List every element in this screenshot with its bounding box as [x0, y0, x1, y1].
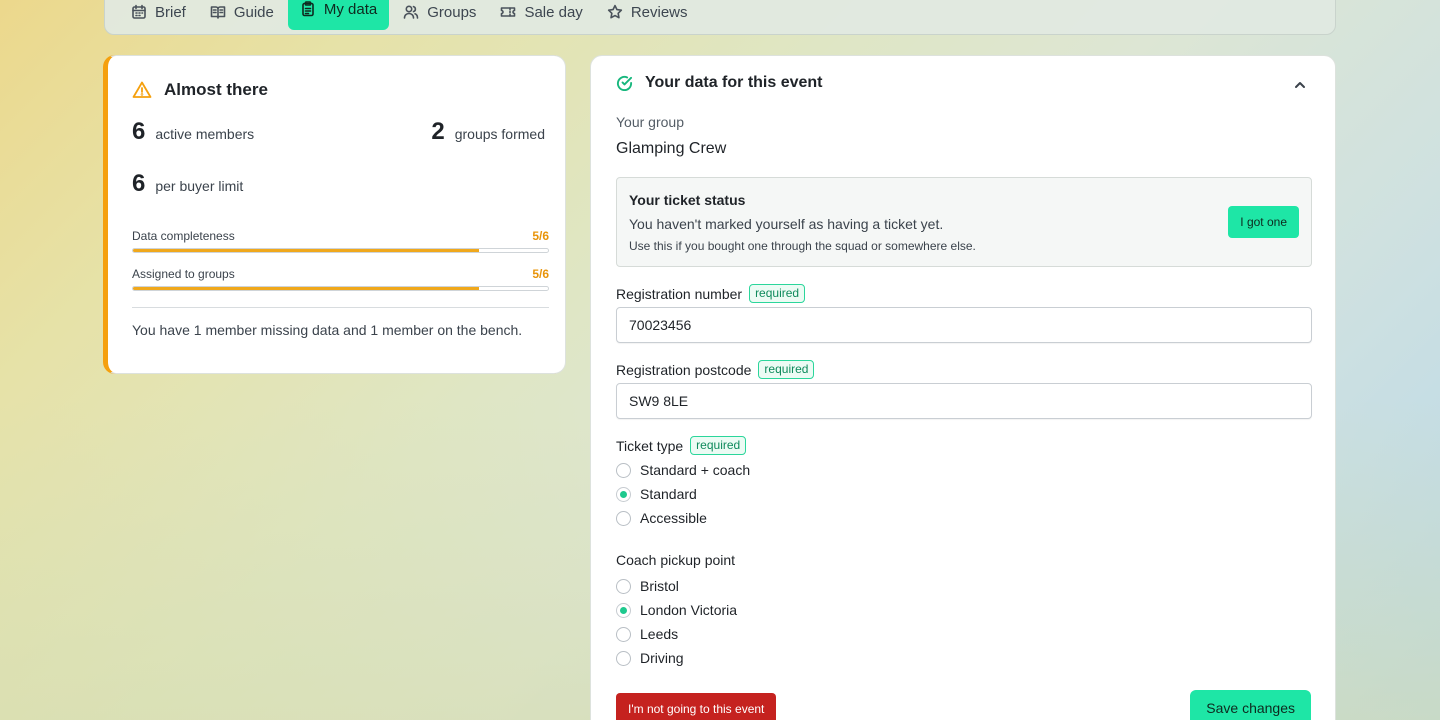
radio-button[interactable]: [616, 626, 631, 642]
warning-icon: [132, 81, 152, 98]
coach-pickup-label: Coach pickup point: [616, 552, 736, 568]
group-label: Your group: [616, 114, 684, 130]
ticket-status-message: You haven't marked yourself as having a …: [629, 216, 944, 232]
star-icon: [607, 4, 622, 19]
ticket-icon: [501, 7, 516, 17]
chevron-up-icon: [1295, 82, 1305, 88]
ticket-type-option[interactable]: Accessible: [616, 510, 707, 526]
group-name: Glamping Crew: [616, 140, 727, 157]
ticket-type-label: Ticket type: [616, 437, 684, 454]
required-badge: required: [749, 284, 806, 303]
required-badge: required: [758, 360, 815, 379]
assigned-groups-track: [132, 286, 549, 291]
assigned-groups-value: 5/6: [532, 267, 549, 281]
buyer-limit-stat: 6 per buyer limit: [132, 170, 243, 198]
registration-postcode-input[interactable]: [616, 383, 1312, 419]
coach-pickup-label-row: Coach pickup point: [616, 552, 735, 568]
assigned-groups-label: Assigned to groups: [132, 267, 235, 281]
tab-sale-day-label: Sale day: [524, 3, 583, 21]
tab-brief-label: Brief: [155, 3, 186, 21]
tab-groups-label: Groups: [427, 3, 477, 21]
data-completeness-fill: [133, 249, 479, 252]
groups-formed-count: 2: [431, 118, 445, 145]
buyer-limit-label: per buyer limit: [155, 178, 244, 194]
ticket-type-option-label: Accessible: [640, 510, 707, 526]
coach-pickup-option-label: Driving: [640, 650, 684, 666]
coach-pickup-option[interactable]: Driving: [616, 650, 684, 666]
ticket-status-hint: Use this if you bought one through the s…: [629, 239, 976, 253]
tab-my-data-label: My data: [323, 0, 378, 18]
ticket-type-option[interactable]: Standard: [616, 486, 697, 502]
tab-guide-label: Guide: [233, 3, 274, 21]
detail-header: Your data for this event: [616, 74, 823, 92]
data-completeness-progress: Data completeness 5/6: [132, 229, 549, 253]
tab-reviews[interactable]: Reviews: [597, 0, 698, 28]
registration-number-label-row: Registration number required: [616, 284, 806, 303]
coach-pickup-option-label: London Victoria: [640, 602, 738, 618]
radio-button[interactable]: [616, 602, 631, 618]
groups-formed-label: groups formed: [454, 126, 545, 142]
radio-button[interactable]: [616, 462, 631, 478]
coach-pickup-option[interactable]: Bristol: [616, 578, 679, 594]
data-completeness-track: [132, 248, 549, 253]
buyer-limit-count: 6: [132, 170, 146, 197]
tab-groups[interactable]: Groups: [393, 0, 486, 28]
active-members-count: 6: [132, 118, 146, 145]
i-got-one-button[interactable]: I got one: [1228, 206, 1299, 238]
required-badge: required: [690, 436, 747, 455]
coach-pickup-option-label: Leeds: [640, 626, 679, 642]
summary-divider: [132, 307, 549, 308]
tab-brief[interactable]: Brief: [121, 0, 196, 28]
tab-reviews-label: Reviews: [630, 3, 688, 21]
radio-button[interactable]: [616, 486, 631, 502]
not-going-button[interactable]: I'm not going to this event: [616, 693, 777, 720]
active-members-stat: 6 active members: [132, 118, 254, 146]
registration-postcode-label: Registration postcode: [616, 361, 752, 378]
collapse-button[interactable]: [1293, 78, 1307, 92]
clipboard-icon: [302, 1, 314, 17]
data-completeness-label: Data completeness: [132, 229, 235, 243]
event-tab-bar: Brief Guide My data Groups Sale day Revi…: [104, 0, 1336, 35]
users-icon: [403, 5, 419, 19]
summary-header: Almost there: [132, 80, 268, 100]
radio-button[interactable]: [616, 650, 631, 666]
groups-formed-stat: 2 groups formed: [431, 118, 545, 146]
assigned-groups-progress: Assigned to groups 5/6: [132, 267, 549, 291]
data-completeness-value: 5/6: [532, 229, 549, 243]
active-members-label: active members: [155, 126, 255, 142]
assigned-groups-fill: [133, 287, 479, 290]
ticket-status-heading: Your ticket status: [629, 192, 746, 208]
summary-footnote: You have 1 member missing data and 1 mem…: [132, 322, 523, 338]
summary-title: Almost there: [164, 80, 268, 99]
tab-guide[interactable]: Guide: [200, 0, 284, 28]
save-changes-button[interactable]: Save changes: [1190, 690, 1311, 720]
my-data-card: Your data for this event Your group Glam…: [590, 55, 1336, 720]
ticket-type-option-label: Standard: [640, 486, 697, 502]
registration-number-input[interactable]: [616, 307, 1312, 343]
registration-postcode-label-row: Registration postcode required: [616, 360, 815, 379]
registration-number-label: Registration number: [616, 285, 743, 302]
book-icon: [210, 6, 226, 19]
ticket-type-option[interactable]: Standard + coach: [616, 462, 750, 478]
ticket-type-option-label: Standard + coach: [640, 462, 751, 478]
coach-pickup-option-label: Bristol: [640, 578, 679, 594]
detail-title: Your data for this event: [645, 74, 823, 91]
coach-pickup-option[interactable]: Leeds: [616, 626, 678, 642]
tab-my-data[interactable]: My data: [287, 0, 390, 30]
calendar-icon: [132, 4, 146, 19]
radio-button[interactable]: [616, 578, 631, 594]
tab-sale-day[interactable]: Sale day: [490, 0, 592, 28]
check-circle-icon: [616, 75, 633, 91]
radio-button[interactable]: [616, 510, 631, 526]
ticket-type-label-row: Ticket type required: [616, 436, 747, 455]
coach-pickup-option[interactable]: London Victoria: [616, 602, 737, 618]
group-summary-card: Almost there 6 active members 2 groups f…: [104, 55, 566, 374]
ticket-status-box: Your ticket status You haven't marked yo…: [616, 177, 1312, 267]
